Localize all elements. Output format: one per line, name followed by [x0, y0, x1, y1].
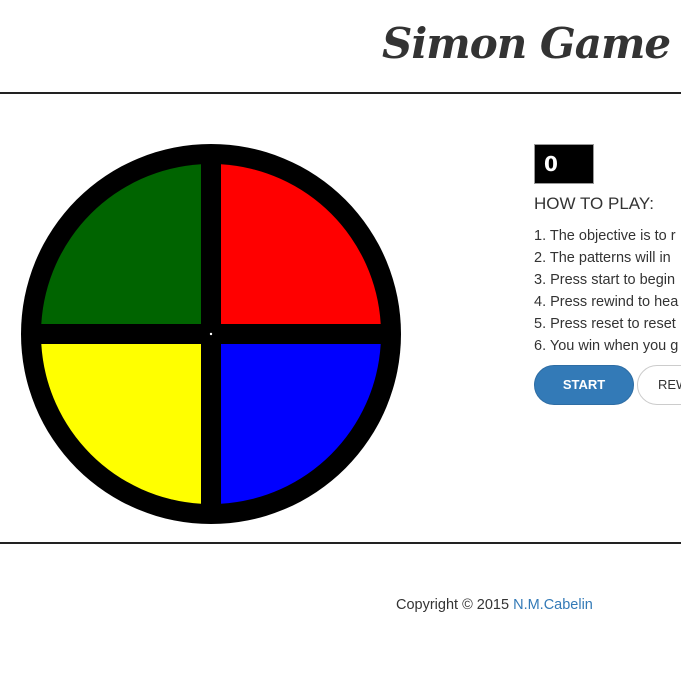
rules-list: 1. The objective is to r 2. The patterns… — [534, 225, 678, 357]
rule-item: 4. Press rewind to hea — [534, 294, 679, 310]
rule-item: 3. Press start to begin — [534, 272, 676, 288]
footer-divider — [0, 542, 681, 544]
how-to-play-heading: HOW TO PLAY: — [534, 194, 654, 213]
author-link[interactable]: N.M.Cabelin — [513, 597, 593, 613]
page-title: Simon Game — [382, 19, 671, 68]
start-button[interactable]: START — [534, 365, 634, 405]
center-dot — [209, 332, 213, 336]
rule-item: 1. The objective is to r — [534, 228, 676, 244]
simon-board — [21, 144, 401, 524]
simon-board-graphic — [21, 144, 401, 524]
copyright-text: Copyright © 2015 — [396, 597, 514, 613]
control-panel: 0 HOW TO PLAY: 1. The objective is to r … — [534, 144, 681, 414]
rule-item: 2. The patterns will in — [534, 250, 671, 266]
rule-item: 5. Press reset to reset — [534, 316, 676, 332]
footer: Copyright © 2015 N.M.Cabelin — [396, 597, 593, 613]
step-counter: 0 — [534, 144, 594, 184]
rule-item: 6. You win when you g — [534, 338, 679, 354]
rewind-button[interactable]: REW — [637, 365, 681, 405]
page: Simon Game 0 HOW TO PLAY: 1. The objecti… — [0, 0, 681, 681]
header-divider — [0, 92, 681, 94]
